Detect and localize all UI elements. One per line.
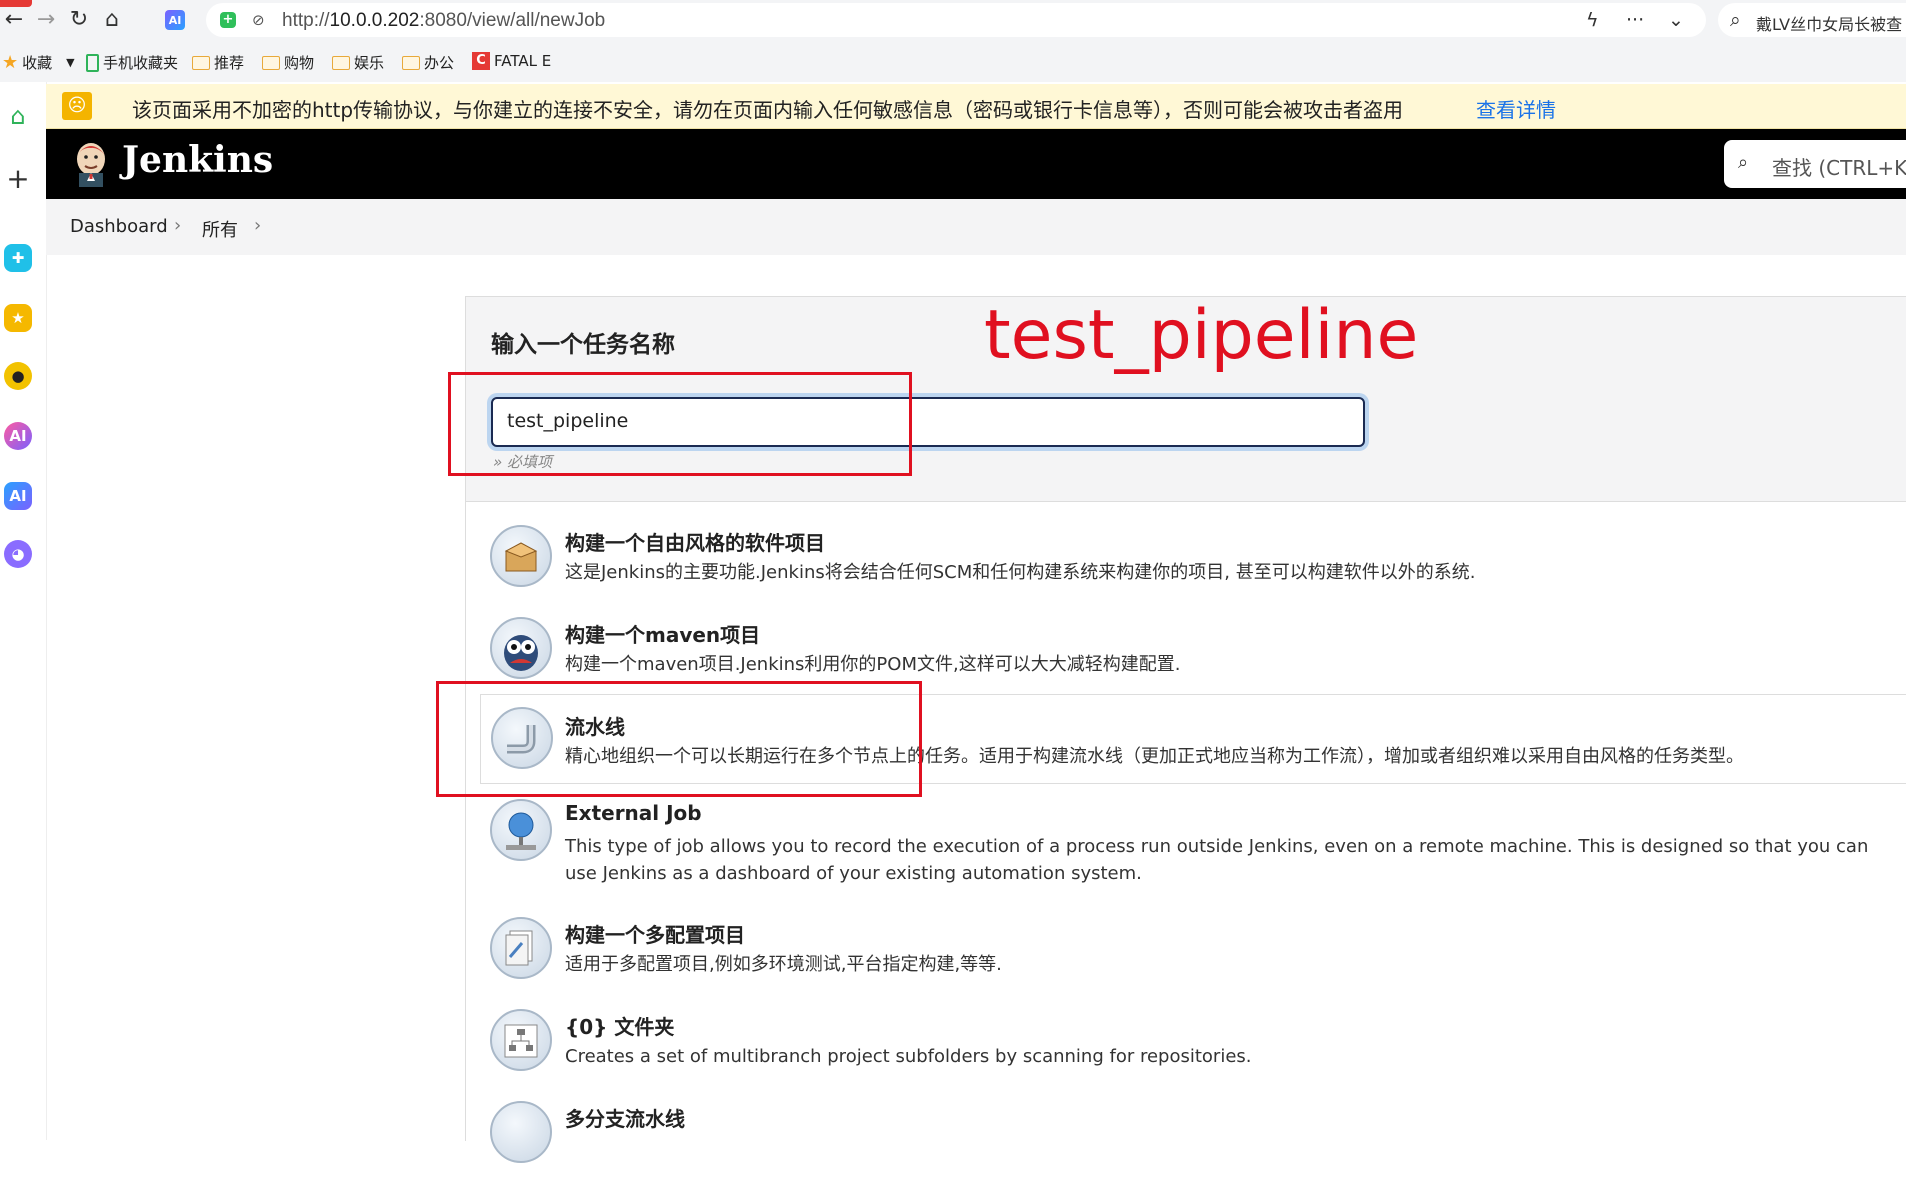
job-name-label: 输入一个任务名称 — [491, 332, 675, 358]
job-type-freestyle[interactable]: 构建一个自由风格的软件项目 这是Jenkins的主要功能.Jenkins将会结合… — [466, 519, 1906, 609]
url-host: 10.0.0.202 — [329, 10, 420, 31]
home-icon[interactable]: ⌂ — [99, 8, 125, 32]
job-desc: 精心地组织一个可以长期运行在多个节点上的任务。适用于构建流水线（更加正式地应当称… — [565, 746, 1744, 767]
warning-icon: ☹ — [62, 92, 92, 120]
folder-icon — [192, 55, 210, 70]
c-logo-icon: C — [472, 52, 490, 70]
job-title: 构建一个maven项目 — [565, 623, 761, 647]
job-type-pipeline[interactable]: 流水线 精心地组织一个可以长期运行在多个节点上的任务。适用于构建流水线（更加正式… — [480, 694, 1906, 784]
apps-sidebar: ⌂ + ✚ ★ ● AI AI ◕ — [0, 82, 47, 1140]
jenkins-butler-icon[interactable] — [70, 139, 112, 187]
new-job-panel: 输入一个任务名称 » 必填项 构建一个自由风格的软件项目 这是Jenkins的主… — [465, 296, 1906, 1163]
ai-sparkle-app-icon[interactable]: AI — [4, 422, 32, 450]
jenkins-search-placeholder: 查找 (CTRL+K) — [1772, 156, 1906, 180]
add-app-icon[interactable]: + — [4, 162, 32, 195]
bookmark-mobile[interactable]: 手机收藏夹 — [86, 52, 178, 73]
breadcrumb-dashboard[interactable]: Dashboard — [70, 216, 168, 237]
chevron-right-icon: › — [174, 215, 182, 236]
ai-assistant-icon[interactable]: AI — [165, 10, 185, 30]
url-prefix: http:// — [282, 10, 330, 31]
bookmark-office[interactable]: 办公 — [402, 52, 454, 73]
star-icon: ★ — [2, 52, 19, 73]
freestyle-box-icon — [490, 525, 552, 587]
folder-org-icon — [490, 1009, 552, 1071]
jenkins-search[interactable]: ⌕ 查找 (CTRL+K) — [1724, 140, 1906, 188]
browser-search-box[interactable]: ⌕ 戴LV丝巾女局长被查 — [1718, 3, 1906, 37]
job-type-multibranch[interactable]: 多分支流水线 — [466, 1095, 1906, 1185]
more-icon[interactable]: ··· — [1626, 9, 1644, 31]
job-desc: 构建一个maven项目.Jenkins利用你的POM文件,这样可以大大减轻构建配… — [565, 654, 1181, 675]
job-name-input[interactable] — [493, 399, 1357, 443]
maven-owl-icon — [490, 617, 552, 679]
bookmark-fatal[interactable]: C FATAL E — [472, 52, 551, 70]
warning-text: 该页面采用不加密的http传输协议，与你建立的连接不安全，请勿在页面内输入任何敏… — [132, 98, 1404, 122]
job-title: {0} 文件夹 — [565, 1015, 675, 1039]
shield-icon: + — [220, 12, 236, 28]
multibranch-pipeline-icon — [490, 1101, 552, 1163]
view-details-link[interactable]: 查看详情 — [1476, 94, 1556, 123]
external-globe-icon — [490, 799, 552, 861]
search-icon: ⌕ — [1730, 9, 1741, 31]
required-hint: » 必填项 — [493, 453, 553, 471]
address-bar[interactable]: + ⊘ http://10.0.0.202:8080/view/all/newJ… — [206, 3, 1706, 37]
home-app-icon[interactable]: ⌂ — [4, 102, 32, 130]
breadcrumb-all[interactable]: 所有 — [202, 216, 238, 242]
job-title: 流水线 — [565, 715, 625, 739]
job-desc: 这是Jenkins的主要功能.Jenkins将会结合任何SCM和任何构建系统来构… — [565, 562, 1476, 583]
folder-icon — [402, 55, 420, 70]
job-title: External Job — [565, 801, 702, 825]
job-desc: This type of job allows you to record th… — [565, 836, 1869, 884]
multi-config-icon — [490, 917, 552, 979]
bookmark-recommend[interactable]: 推荐 — [192, 52, 244, 73]
forward-icon[interactable]: → — [33, 8, 59, 32]
caret-down-icon: ▼ — [66, 56, 75, 69]
reload-icon[interactable]: ↻ — [66, 8, 92, 32]
browser-toolbar: ← → ↻ ⌂ AI + ⊘ http://10.0.0.202:8080/vi… — [0, 0, 1906, 40]
insecure-icon[interactable]: ⊘ — [252, 11, 265, 29]
bookmark-entertainment[interactable]: 娱乐 — [332, 52, 384, 73]
ai-app-icon[interactable]: AI — [4, 482, 32, 510]
security-warning-bar: ☹ 该页面采用不加密的http传输协议，与你建立的连接不安全，请勿在页面内输入任… — [46, 84, 1906, 129]
folder-icon — [332, 55, 350, 70]
job-desc: Creates a set of multibranch project sub… — [565, 1046, 1252, 1067]
job-name-field[interactable] — [491, 397, 1365, 447]
job-type-multiconfig[interactable]: 构建一个多配置项目 适用于多配置项目,例如多环境测试,平台指定构建,等等. — [466, 911, 1906, 1001]
jenkins-title[interactable]: Jenkins — [122, 139, 273, 181]
corner-badge — [0, 0, 32, 7]
bookmarks-bar: ★ 收藏 ▼ 手机收藏夹 推荐 购物 娱乐 办公 C FATAL E — [0, 40, 1906, 82]
job-type-maven[interactable]: 构建一个maven项目 构建一个maven项目.Jenkins利用你的POM文件… — [466, 611, 1906, 701]
pipeline-pipe-icon — [491, 707, 553, 769]
job-title: 构建一个多配置项目 — [565, 923, 745, 947]
job-type-external[interactable]: External Job This type of job allows you… — [466, 793, 1906, 903]
breadcrumb: Dashboard › 所有 › — [46, 199, 1906, 255]
jenkins-header: Jenkins ⌕ 查找 (CTRL+K) — [46, 129, 1906, 199]
chat-bot-app-icon[interactable]: ◕ — [4, 540, 32, 568]
job-title: 多分支流水线 — [565, 1107, 685, 1131]
phone-icon — [86, 53, 99, 72]
job-desc: 适用于多配置项目,例如多环境测试,平台指定构建,等等. — [565, 954, 1002, 975]
chevron-right-icon[interactable]: › — [254, 215, 261, 236]
puzzle-app-icon[interactable]: ✚ — [4, 244, 32, 272]
lightning-icon[interactable]: ϟ — [1586, 9, 1599, 31]
annotation-text: test_pipeline — [984, 296, 1419, 375]
job-type-folder[interactable]: {0} 文件夹 Creates a set of multibranch pro… — [466, 1003, 1906, 1093]
bookmark-favorites[interactable]: ★ 收藏 ▼ — [2, 52, 75, 73]
url-text[interactable]: http://10.0.0.202:8080/view/all/newJob — [282, 10, 605, 32]
chevron-down-icon[interactable]: ⌄ — [1668, 9, 1684, 31]
bookmark-shopping[interactable]: 购物 — [262, 52, 314, 73]
folder-icon — [262, 55, 280, 70]
robot-app-icon[interactable]: ● — [4, 362, 32, 390]
browser-search-text: 戴LV丝巾女局长被查 — [1756, 15, 1903, 34]
star-app-icon[interactable]: ★ — [4, 304, 32, 332]
url-path: :8080/view/all/newJob — [419, 10, 606, 31]
search-icon: ⌕ — [1738, 152, 1749, 173]
back-icon[interactable]: ← — [1, 8, 27, 32]
job-title: 构建一个自由风格的软件项目 — [565, 531, 825, 555]
